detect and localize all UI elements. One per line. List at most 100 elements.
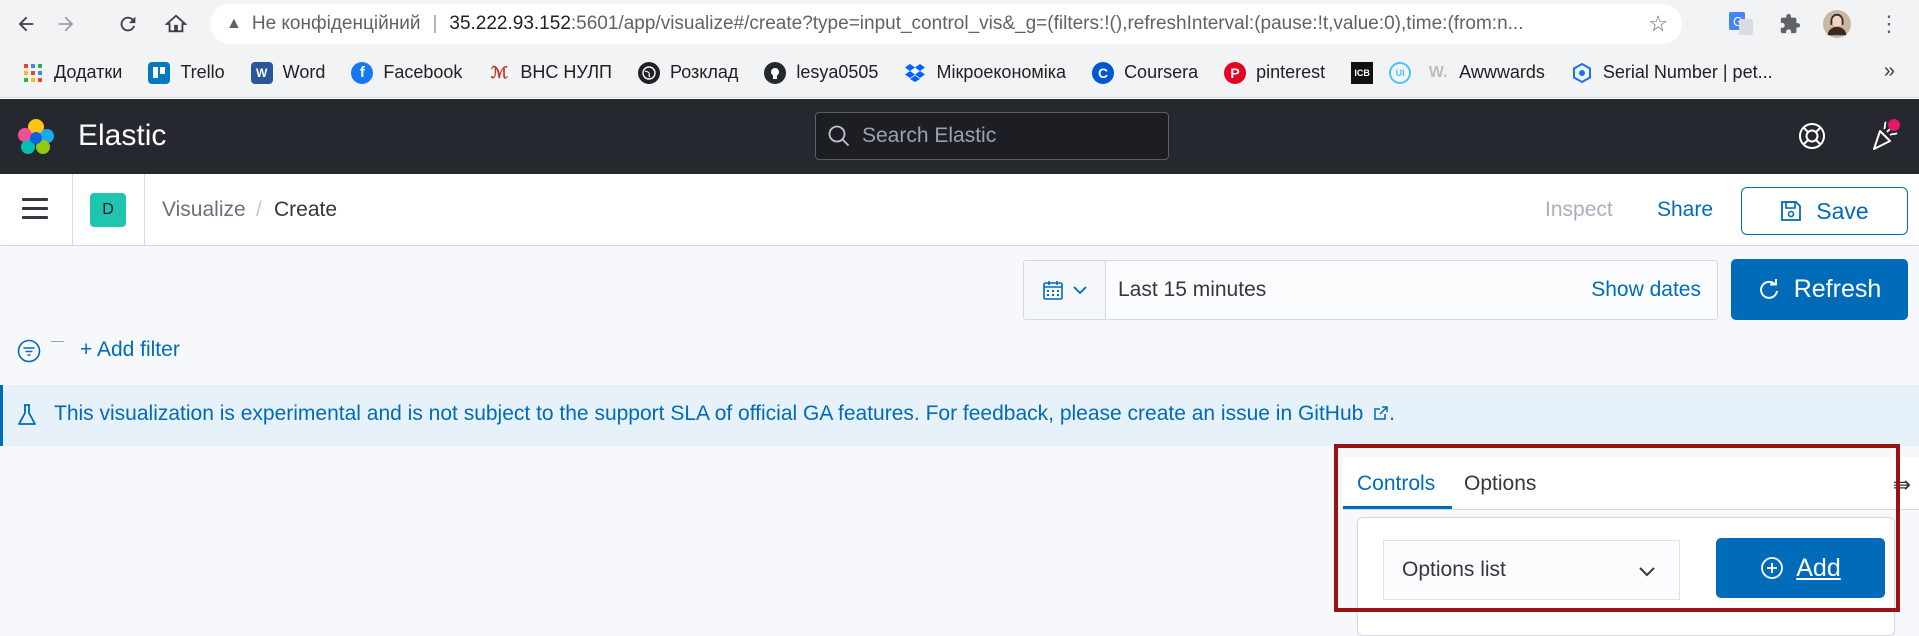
extensions-puzzle-icon[interactable] [1776, 10, 1804, 38]
profile-avatar[interactable] [1823, 10, 1851, 38]
add-control-button[interactable]: Add [1716, 538, 1885, 598]
bookmark-github[interactable]: lesya0505 [764, 61, 879, 84]
controls-panel: Options list Add [1357, 517, 1895, 636]
notification-dot [1888, 119, 1900, 131]
callout-suffix: . [1389, 402, 1396, 425]
back-icon[interactable] [10, 8, 42, 40]
inspect-link[interactable]: Inspect [1545, 198, 1613, 222]
calendar-icon [1042, 281, 1063, 300]
help-icon[interactable] [1797, 121, 1827, 151]
trello-icon [148, 61, 171, 84]
save-label: Save [1816, 197, 1869, 224]
dropbox-icon [904, 62, 926, 84]
search-placeholder: Search Elastic [862, 124, 997, 147]
elastic-logo[interactable] [16, 117, 56, 157]
refresh-button[interactable]: Refresh [1731, 259, 1908, 320]
browser-menu-icon[interactable]: ⋮ [1875, 10, 1903, 38]
beaker-icon [18, 404, 36, 425]
awwwards-icon: W. [1428, 63, 1448, 81]
bookmark-coursera[interactable]: C Coursera [1092, 61, 1199, 84]
reload-icon[interactable] [112, 8, 144, 40]
date-picker: Last 15 minutes Show dates [1023, 260, 1718, 320]
bookmark-ui[interactable]: UI [1389, 61, 1412, 84]
bookmark-serial-number[interactable]: Serial Number | pet... [1571, 62, 1773, 84]
forward-icon[interactable] [50, 8, 82, 40]
bookmark-label: Trello [180, 62, 225, 82]
refresh-icon [1759, 278, 1778, 299]
url-host: 35.222.93.152 [449, 13, 571, 34]
divider [72, 174, 73, 246]
bookmark-pinterest[interactable]: P pinterest [1224, 61, 1326, 84]
control-type-select[interactable]: Options list [1383, 540, 1680, 600]
quick-select-button[interactable] [1024, 261, 1106, 319]
home-icon[interactable] [160, 8, 192, 40]
bookmarks-overflow-icon[interactable]: » [1884, 60, 1895, 83]
bookmark-facebook[interactable]: f Facebook [351, 61, 462, 84]
translate-extension-icon[interactable]: G [1727, 10, 1755, 38]
bookmark-awwwards[interactable]: W. Awwwards [1427, 62, 1545, 84]
tab-controls[interactable]: Controls [1357, 472, 1435, 496]
bookmark-label: Word [282, 62, 326, 82]
bookmark-trello[interactable]: Trello [148, 61, 225, 84]
facebook-icon: f [351, 61, 374, 84]
breadcrumb-visualize[interactable]: Visualize [162, 198, 246, 222]
editor-tabs: Controls Options ⇛ [1343, 457, 1919, 510]
breadcrumb-create: Create [274, 198, 338, 221]
search-icon [828, 125, 850, 147]
bookmark-label: Розклад [670, 62, 739, 82]
active-tab-indicator [1343, 506, 1452, 509]
bookmark-label: Додатки [54, 62, 123, 82]
breadcrumb-separator: / [256, 198, 262, 221]
url-path: :5601/app/visualize#/create?type=input_c… [570, 13, 1524, 34]
space-avatar[interactable]: D [90, 193, 126, 227]
bookmark-label: lesya0505 [796, 62, 879, 82]
global-search-input[interactable]: Search Elastic [815, 112, 1169, 160]
control-type-value: Options list [1402, 558, 1506, 581]
chevron-down-icon [1639, 567, 1655, 577]
github-icon [764, 61, 787, 84]
newsfeed-button[interactable] [1868, 119, 1902, 153]
show-dates-link[interactable]: Show dates [1591, 278, 1701, 302]
url-separator: | [432, 13, 438, 34]
bookmark-apps[interactable]: Додатки [22, 62, 122, 84]
bookmark-label: Coursera [1124, 62, 1199, 82]
save-button[interactable]: Save [1741, 187, 1908, 235]
menu-hamburger-icon[interactable] [22, 198, 48, 220]
refresh-label: Refresh [1793, 275, 1882, 303]
coursera-icon: C [1092, 61, 1115, 84]
plus-circle-icon [1761, 557, 1784, 579]
bookmark-word[interactable]: W Word [250, 61, 326, 84]
bookmark-star-icon[interactable]: ☆ [1642, 11, 1668, 37]
app-bar: D Visualize / Create Inspect Share Save [0, 174, 1919, 246]
external-link-icon[interactable] [1373, 405, 1389, 421]
ui-icon: UI [1389, 61, 1412, 84]
bookmark-icb[interactable]: ICB [1351, 61, 1374, 84]
experimental-callout: This visualization is experimental and i… [0, 385, 1919, 446]
app-title: Elastic [78, 119, 167, 152]
bookmark-mikroekonomika[interactable]: Мікроекономіка [904, 62, 1066, 84]
filter-options-icon[interactable] [17, 339, 41, 363]
not-secure-label: Не конфіденційний [251, 13, 421, 34]
visualize-editor: Last 15 minutes Show dates Refresh + Add… [0, 247, 1919, 636]
address-bar[interactable]: ▲ Не конфіденційний | 35.222.93.152:5601… [210, 4, 1682, 44]
bookmark-label: pinterest [1256, 62, 1326, 82]
callout-message: This visualization is experimental and i… [54, 402, 1395, 426]
bookmark-rozklad[interactable]: Розклад [638, 61, 739, 84]
filter-divider [51, 341, 64, 342]
icb-icon: ICB [1351, 61, 1374, 84]
tab-options[interactable]: Options [1464, 472, 1536, 496]
collapse-sidebar-icon[interactable]: ⇛ [1893, 472, 1911, 498]
bookmark-label: Serial Number | pet... [1602, 62, 1773, 82]
apps-grid-icon [22, 62, 44, 84]
nulp-icon: ℳ [490, 64, 508, 82]
warning-icon: ▲ [226, 15, 242, 32]
time-range-value[interactable]: Last 15 minutes [1118, 278, 1266, 302]
share-link[interactable]: Share [1657, 198, 1713, 222]
add-filter-button[interactable]: + Add filter [80, 338, 180, 362]
bookmark-vns-nulp[interactable]: ℳ ВНС НУЛП [488, 62, 612, 84]
callout-text[interactable]: This visualization is experimental and i… [54, 402, 1363, 425]
bookmark-label: Awwwards [1459, 62, 1545, 82]
add-label: Add [1796, 553, 1841, 582]
save-disk-icon [1781, 201, 1802, 221]
kibana-header: Elastic Search Elastic [0, 99, 1919, 174]
